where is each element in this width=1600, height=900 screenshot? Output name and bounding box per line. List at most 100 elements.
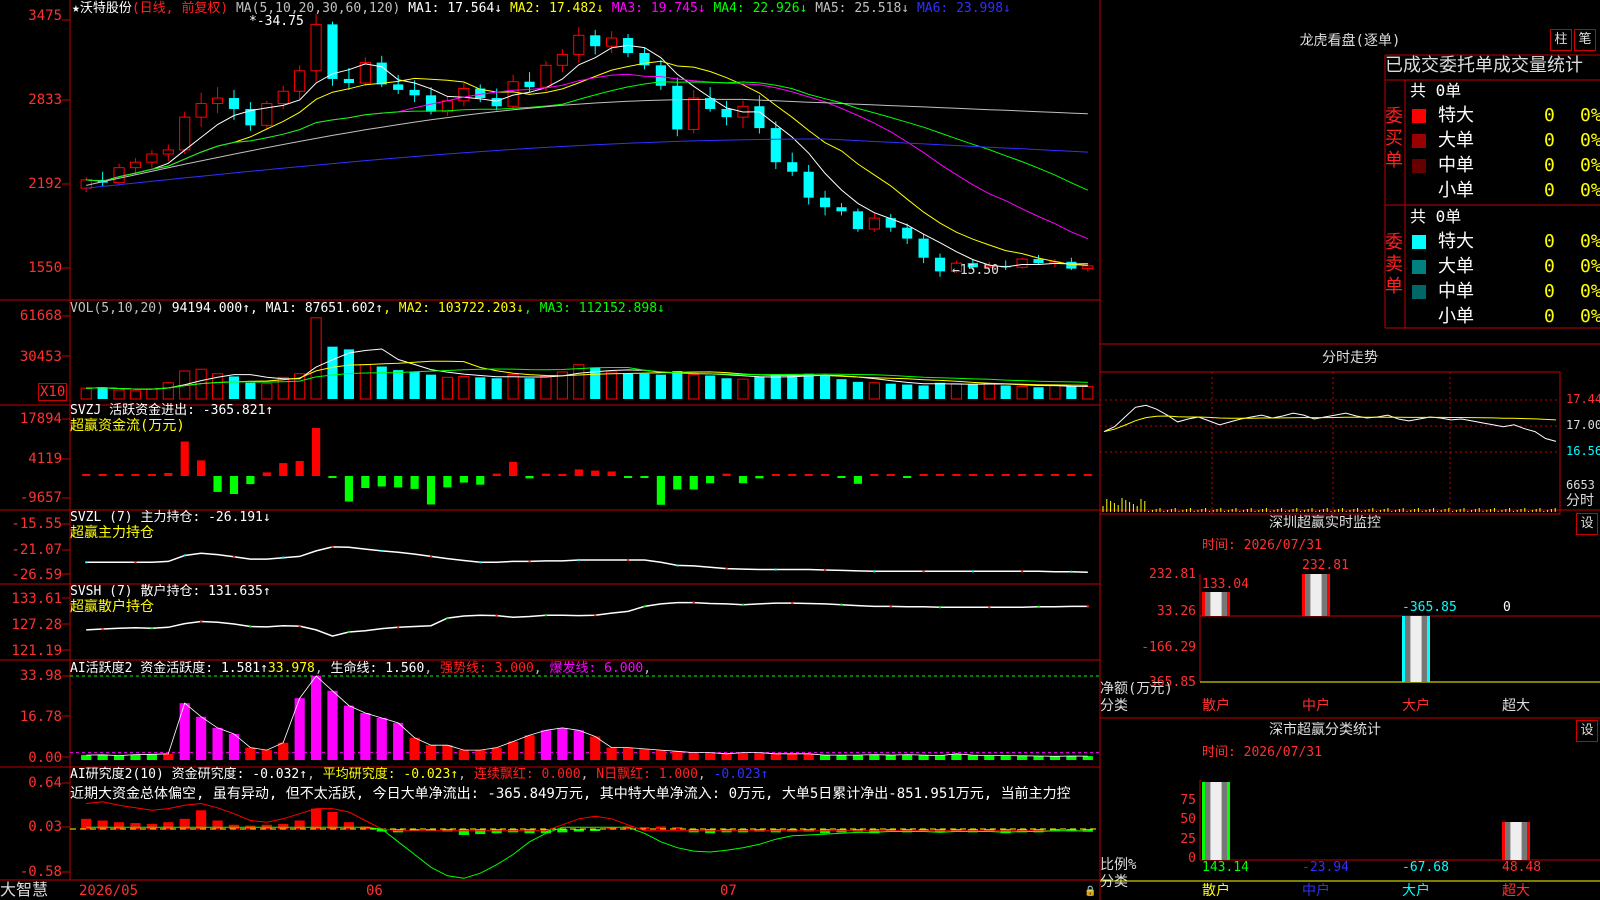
sz-class-category: 大户: [1402, 883, 1430, 899]
candle-up: [261, 103, 273, 126]
sz-monitor-category: 中户: [1302, 698, 1330, 714]
flow-bar: [459, 476, 468, 483]
sz-class-settings-button[interactable]: 设: [1576, 720, 1598, 742]
research-bar: [130, 823, 141, 829]
active-bar: [146, 754, 157, 760]
svzl-dot: [282, 556, 285, 559]
class-bar-super-edge: [1527, 822, 1530, 860]
flow-bar: [919, 474, 928, 476]
sz-monitor-ytick: 232.81: [1149, 567, 1196, 582]
research-bar: [196, 810, 207, 829]
sz-class-x-unit: 分类: [1100, 874, 1128, 890]
sz-class-y-unit: 比例%: [1100, 857, 1137, 873]
flow-bar: [771, 474, 780, 476]
sz-monitor-bar-label: 0: [1503, 600, 1511, 615]
flow-bar: [213, 476, 222, 492]
ma-values: MA1: 17.564↓ MA2: 17.482↓ MA3: 19.745↓ M…: [408, 1, 1011, 16]
volume-bar: [770, 375, 781, 399]
volume-bar: [491, 378, 502, 399]
flow-bar: [361, 476, 370, 488]
active-bar: [212, 727, 223, 760]
volume-bar: [277, 376, 289, 400]
active-bar: [163, 753, 174, 760]
svsh-dot: [199, 620, 203, 623]
svsh-dot: [938, 606, 942, 609]
flow-bar: [870, 474, 879, 476]
svsh-dot: [594, 614, 597, 617]
svzl-dot: [971, 570, 975, 573]
candle-down: [327, 24, 338, 79]
flow-bar: [689, 476, 698, 490]
active-bar: [376, 717, 387, 760]
stroke-mode-button[interactable]: 笔: [1574, 29, 1596, 51]
candle-down: [672, 85, 683, 130]
flow-bar: [837, 476, 846, 478]
volume-bar: [606, 371, 618, 400]
sz-monitor-category: 大户: [1402, 698, 1430, 714]
volume-bar: [129, 390, 142, 400]
svsh-dot: [889, 605, 892, 608]
vol-ma-values: , MA1: 87651.602↑, MA2: 103722.203↓, MA3…: [250, 301, 665, 316]
svzl-dot: [577, 558, 580, 562]
ai-research-comment: 近期大资金总体偏空, 虽有异动, 但不太活跃, 今日大单净流出: -365.84…: [70, 786, 1071, 802]
sell-row-swatch: [1412, 260, 1426, 274]
sell-row-count: 0: [1544, 256, 1555, 277]
volume-bar: [540, 375, 552, 400]
svzl-dot: [232, 555, 236, 559]
svzl-dot: [479, 561, 482, 564]
volume-bar: [852, 381, 864, 399]
class-bar-retail-edge: [1227, 782, 1230, 860]
research-line-neg: [86, 826, 1088, 879]
x-label: 2026/05: [79, 883, 139, 899]
flow-bar: [492, 473, 501, 476]
active-bar: [1082, 756, 1093, 760]
bar-mode-button[interactable]: 柱: [1550, 29, 1572, 51]
volume-bar: [1082, 385, 1094, 400]
svzl-dot: [626, 558, 630, 562]
volume-bar: [639, 373, 650, 399]
flow-bar: [328, 476, 337, 478]
flow-bar: [640, 476, 649, 478]
volume-bar: [868, 382, 880, 400]
active-bar: [869, 754, 880, 760]
svsh-dot: [544, 614, 548, 617]
volume-bar: [113, 389, 125, 400]
svzl-dot: [134, 561, 137, 564]
active-bar: [540, 730, 552, 760]
volume-bar: [327, 346, 338, 399]
svsh-dot: [840, 603, 843, 606]
flow-bar: [262, 472, 271, 476]
flow-bar: [114, 474, 124, 476]
volume-bar: [737, 378, 749, 400]
active-bar: [934, 755, 946, 760]
candle-down: [787, 162, 798, 172]
sell-row-label: 小单: [1438, 306, 1474, 327]
flow-bar: [656, 476, 665, 505]
volume-bar: [441, 376, 454, 400]
flow-bar: [509, 461, 518, 476]
candle-up: [540, 64, 552, 88]
lock-icon[interactable]: 🔒: [1084, 884, 1096, 899]
kline-ytick: 1550: [28, 260, 62, 276]
flow-bar: [443, 476, 452, 488]
volume-bar: [754, 376, 765, 399]
intraday-price: 17.44: [1566, 392, 1600, 406]
flow-bar: [180, 441, 189, 476]
svsh-dot: [988, 606, 991, 609]
stock-name[interactable]: 沃特股份: [80, 1, 132, 16]
svsh-dot: [643, 605, 646, 608]
flow-bar: [164, 473, 173, 476]
x-label: 07: [720, 883, 737, 899]
intraday-price: 16.56: [1566, 444, 1600, 458]
research-bar: [146, 823, 157, 829]
volume-bar: [967, 384, 978, 399]
sz-monitor-category: 散户: [1202, 698, 1230, 714]
candle-up: [1016, 258, 1028, 268]
sz-monitor-settings-button[interactable]: 设: [1576, 513, 1598, 535]
kline-ytick: 2833: [28, 92, 62, 108]
svsh-subtitle: 超赢散户持仓: [70, 599, 154, 615]
active-bar: [310, 676, 322, 760]
period-label[interactable]: (日线, 前复权): [132, 1, 228, 16]
sell-order-label: 委卖单: [1385, 232, 1403, 297]
flow-bar: [935, 474, 945, 476]
